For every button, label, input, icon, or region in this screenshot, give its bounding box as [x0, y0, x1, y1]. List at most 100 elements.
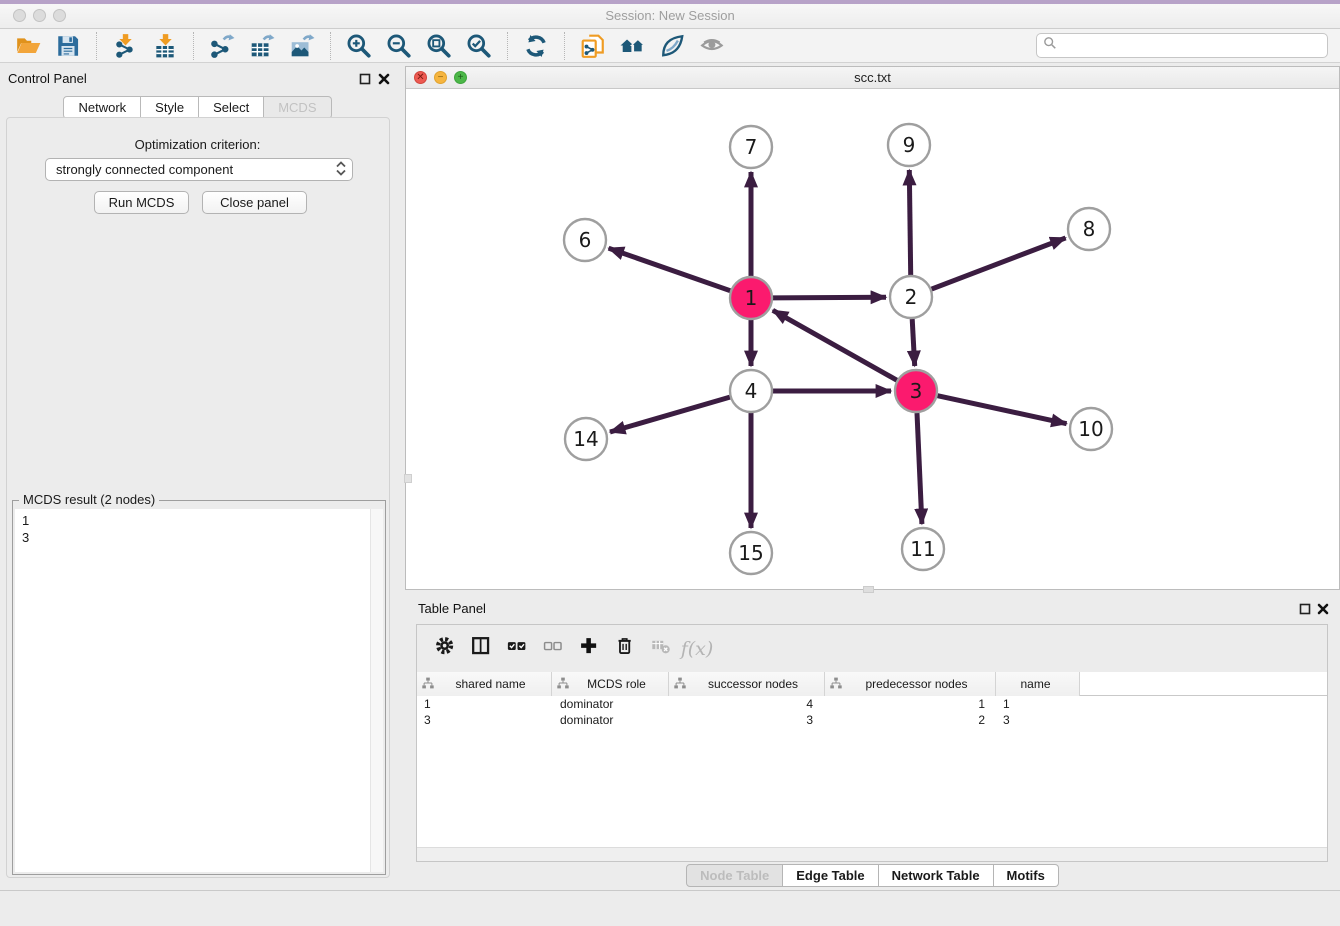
- column-header-shared-name[interactable]: shared name: [417, 672, 552, 696]
- control-panel-float-button[interactable]: [358, 72, 372, 86]
- table-panel-close-button[interactable]: [1316, 602, 1330, 616]
- mcds-result-line: 1: [22, 512, 376, 529]
- search-box[interactable]: [1036, 33, 1328, 58]
- node-1[interactable]: 1: [730, 277, 772, 319]
- edge-2-3[interactable]: [912, 319, 915, 366]
- network-window-minimize-button[interactable]: −: [434, 71, 447, 84]
- tab-select[interactable]: Select: [199, 96, 264, 119]
- status-bar: Memory: [0, 890, 1340, 926]
- export-network-button[interactable]: [205, 31, 239, 61]
- tab-edge-table[interactable]: Edge Table: [783, 864, 878, 887]
- optimization-criterion-select[interactable]: strongly connected component: [45, 158, 353, 181]
- svg-text:11: 11: [910, 537, 935, 561]
- cell[interactable]: 3: [417, 712, 552, 728]
- svg-text:1: 1: [745, 286, 758, 310]
- network-canvas[interactable]: 1 2 3 4 6 7 8 9 10 11 14 15: [406, 89, 1339, 589]
- vertical-splitter-handle[interactable]: [404, 474, 412, 483]
- control-panel-title: Control Panel: [8, 71, 87, 86]
- network-window-zoom-button[interactable]: +: [454, 71, 467, 84]
- table-row-1[interactable]: 1dominator411: [417, 696, 1327, 712]
- edge-2-8[interactable]: [932, 238, 1066, 289]
- node-10[interactable]: 10: [1070, 408, 1112, 450]
- edge-3-11[interactable]: [917, 413, 922, 524]
- hierarchy-icon: [422, 677, 434, 692]
- create-new-column-button[interactable]: [574, 634, 604, 664]
- control-panel-close-button[interactable]: [377, 72, 391, 86]
- zoom-selected-button[interactable]: [462, 31, 496, 61]
- horizontal-splitter-handle[interactable]: [863, 586, 874, 593]
- delete-columns-button[interactable]: [610, 634, 640, 664]
- table-settings-gear-button[interactable]: [430, 634, 460, 664]
- fit-content-button[interactable]: [422, 31, 456, 61]
- tab-mcds[interactable]: MCDS: [264, 96, 331, 119]
- toolbar-separator: [507, 32, 508, 60]
- show-hide-graphics-details-button[interactable]: [696, 31, 730, 61]
- column-header-predecessor-nodes[interactable]: predecessor nodes: [825, 672, 996, 696]
- delete-table-icon: [651, 636, 672, 662]
- node-6[interactable]: 6: [564, 219, 606, 261]
- toolbar-separator: [330, 32, 331, 60]
- cell[interactable]: 1: [825, 696, 996, 712]
- node-7[interactable]: 7: [730, 126, 772, 168]
- import-table-from-file-button[interactable]: [148, 31, 182, 61]
- node-9[interactable]: 9: [888, 124, 930, 166]
- node-14[interactable]: 14: [565, 418, 607, 460]
- cell[interactable]: 4: [669, 696, 825, 712]
- network-window-close-button[interactable]: ✕: [414, 71, 427, 84]
- column-header-mcds-role[interactable]: MCDS role: [552, 672, 669, 696]
- edge-1-6[interactable]: [609, 248, 731, 291]
- cell[interactable]: 1: [996, 696, 1080, 712]
- open-session-button[interactable]: [11, 31, 45, 61]
- cell[interactable]: 1: [417, 696, 552, 712]
- column-header-successor-nodes[interactable]: successor nodes: [669, 672, 825, 696]
- node-15[interactable]: 15: [730, 532, 772, 574]
- refresh-network-view-button[interactable]: [519, 31, 553, 61]
- export-image-button[interactable]: [285, 31, 319, 61]
- cell[interactable]: 3: [669, 712, 825, 728]
- table-panel-header: Table Panel: [405, 597, 1340, 621]
- zoom-in-icon: [346, 33, 372, 59]
- mcds-result-scrollbar[interactable]: [370, 509, 383, 872]
- import-network-from-file-button[interactable]: [108, 31, 142, 61]
- export-table-button[interactable]: [245, 31, 279, 61]
- cell[interactable]: 3: [996, 712, 1080, 728]
- tab-motifs[interactable]: Motifs: [994, 864, 1059, 887]
- tab-node-table[interactable]: Node Table: [686, 864, 783, 887]
- search-input[interactable]: [1057, 36, 1327, 56]
- edge-3-1[interactable]: [773, 310, 897, 380]
- cell[interactable]: dominator: [552, 712, 669, 728]
- select-all-columns-button[interactable]: [502, 634, 532, 664]
- tab-style[interactable]: Style: [141, 96, 199, 119]
- node-3[interactable]: 3: [895, 370, 937, 412]
- zoom-out-button[interactable]: [382, 31, 416, 61]
- hierarchy-icon: [674, 677, 686, 692]
- fit-content-icon: [426, 33, 452, 59]
- node-2[interactable]: 2: [890, 276, 932, 318]
- split-panel-button[interactable]: [466, 634, 496, 664]
- table-horizontal-scrollbar[interactable]: [417, 847, 1327, 861]
- deselect-all-columns-button[interactable]: [538, 634, 568, 664]
- node-4[interactable]: 4: [730, 370, 772, 412]
- column-header-name[interactable]: name: [996, 672, 1080, 696]
- node-8[interactable]: 8: [1068, 208, 1110, 250]
- cell[interactable]: dominator: [552, 696, 669, 712]
- save-session-button[interactable]: [51, 31, 85, 61]
- tab-network[interactable]: Network: [63, 96, 141, 119]
- close-panel-button[interactable]: Close panel: [202, 191, 307, 214]
- mcds-result-textarea[interactable]: 13: [15, 509, 383, 872]
- tab-network-table[interactable]: Network Table: [879, 864, 994, 887]
- edge-4-14[interactable]: [610, 397, 730, 432]
- apply-preferred-layout-button[interactable]: [616, 31, 650, 61]
- edge-1-2[interactable]: [773, 297, 886, 298]
- node-11[interactable]: 11: [902, 528, 944, 570]
- run-mcds-button[interactable]: Run MCDS: [94, 191, 189, 214]
- copy-network-view-button[interactable]: [576, 31, 610, 61]
- table-panel-float-button[interactable]: [1298, 602, 1312, 616]
- show-visual-styles-button[interactable]: [656, 31, 690, 61]
- edge-3-10[interactable]: [938, 396, 1067, 424]
- cell[interactable]: 2: [825, 712, 996, 728]
- table-panel-tabs: Node TableEdge TableNetwork TableMotifs: [405, 864, 1340, 887]
- zoom-in-button[interactable]: [342, 31, 376, 61]
- table-row-3[interactable]: 3dominator323: [417, 712, 1327, 728]
- edge-2-9[interactable]: [909, 170, 910, 275]
